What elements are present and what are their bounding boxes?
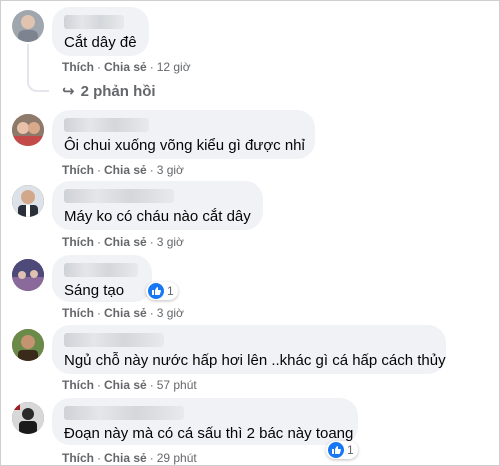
- comment-actions: Thích · Chia sẻ · 3 giờ: [62, 306, 184, 320]
- comment-text: Sáng tạo: [64, 282, 125, 299]
- timestamp[interactable]: 57 phút: [157, 378, 197, 392]
- like-button[interactable]: Thích: [62, 451, 94, 465]
- comment-bubble: Ôi chui xuống võng kiểu gì được nhỉ: [52, 110, 315, 159]
- comment-text: Cắt dây đê: [64, 34, 137, 51]
- timestamp[interactable]: 3 giờ: [157, 163, 184, 177]
- like-button[interactable]: Thích: [62, 306, 94, 320]
- comment-actions: Thích · Chia sẻ · 57 phút: [62, 378, 197, 392]
- comment-actions: Thích · Chia sẻ · 29 phút: [62, 451, 197, 465]
- share-button[interactable]: Chia sẻ: [104, 306, 147, 320]
- comment-text: Đoạn này mà có cá sấu thì 2 bác này toan…: [64, 425, 354, 442]
- comment-bubble: Ngủ chỗ này nước hấp hơi lên ..khác gì c…: [52, 325, 446, 374]
- comment-bubble: Sáng tạo: [52, 255, 152, 302]
- thread-line: [27, 44, 49, 92]
- author-name-blurred[interactable]: [64, 15, 124, 29]
- like-button[interactable]: Thích: [62, 378, 94, 392]
- comment-actions: Thích · Chia sẻ · 3 giờ: [62, 235, 184, 249]
- author-name-blurred[interactable]: [64, 118, 149, 132]
- author-name-blurred[interactable]: [64, 189, 174, 203]
- avatar[interactable]: [12, 259, 44, 291]
- comment-actions: Thích · Chia sẻ · 12 giờ: [62, 60, 191, 74]
- author-name-blurred[interactable]: [64, 263, 138, 277]
- avatar[interactable]: [12, 185, 44, 217]
- reply-arrow-icon: ↪: [62, 83, 75, 100]
- timestamp[interactable]: 12 giờ: [157, 60, 191, 74]
- comment-bubble: Cắt dây đê: [52, 7, 149, 56]
- timestamp[interactable]: 3 giờ: [157, 306, 184, 320]
- share-button[interactable]: Chia sẻ: [104, 60, 147, 74]
- comment-bubble: Đoạn này mà có cá sấu thì 2 bác này toan…: [52, 398, 358, 445]
- share-button[interactable]: Chia sẻ: [104, 163, 147, 177]
- share-button[interactable]: Chia sẻ: [104, 451, 147, 465]
- like-icon: [148, 283, 164, 299]
- comment-text: Ôi chui xuống võng kiểu gì được nhỉ: [64, 137, 305, 154]
- like-button[interactable]: Thích: [62, 235, 94, 249]
- avatar[interactable]: [12, 114, 44, 146]
- timestamp[interactable]: 3 giờ: [157, 235, 184, 249]
- comment-actions: Thích · Chia sẻ · 3 giờ: [62, 163, 184, 177]
- share-button[interactable]: Chia sẻ: [104, 235, 147, 249]
- reaction-badge[interactable]: 1: [146, 282, 178, 300]
- view-replies-link[interactable]: ↪ 2 phản hồi: [62, 82, 156, 100]
- reaction-count: 1: [167, 284, 174, 298]
- like-button[interactable]: Thích: [62, 60, 94, 74]
- timestamp[interactable]: 29 phút: [157, 451, 197, 465]
- avatar[interactable]: [12, 329, 44, 361]
- share-button[interactable]: Chia sẻ: [104, 378, 147, 392]
- reaction-count: 1: [347, 443, 354, 457]
- like-button[interactable]: Thích: [62, 163, 94, 177]
- comment-bubble: Máy ko có cháu nào cắt dây: [52, 181, 263, 230]
- comment-text: Ngủ chỗ này nước hấp hơi lên ..khác gì c…: [64, 352, 446, 369]
- avatar[interactable]: [12, 402, 44, 434]
- like-icon: [328, 442, 344, 458]
- author-name-blurred[interactable]: [64, 406, 184, 420]
- comment-text: Máy ko có cháu nào cắt dây: [64, 208, 251, 225]
- avatar[interactable]: [12, 10, 44, 42]
- reaction-badge[interactable]: 1: [326, 441, 358, 459]
- author-name-blurred[interactable]: [64, 333, 164, 347]
